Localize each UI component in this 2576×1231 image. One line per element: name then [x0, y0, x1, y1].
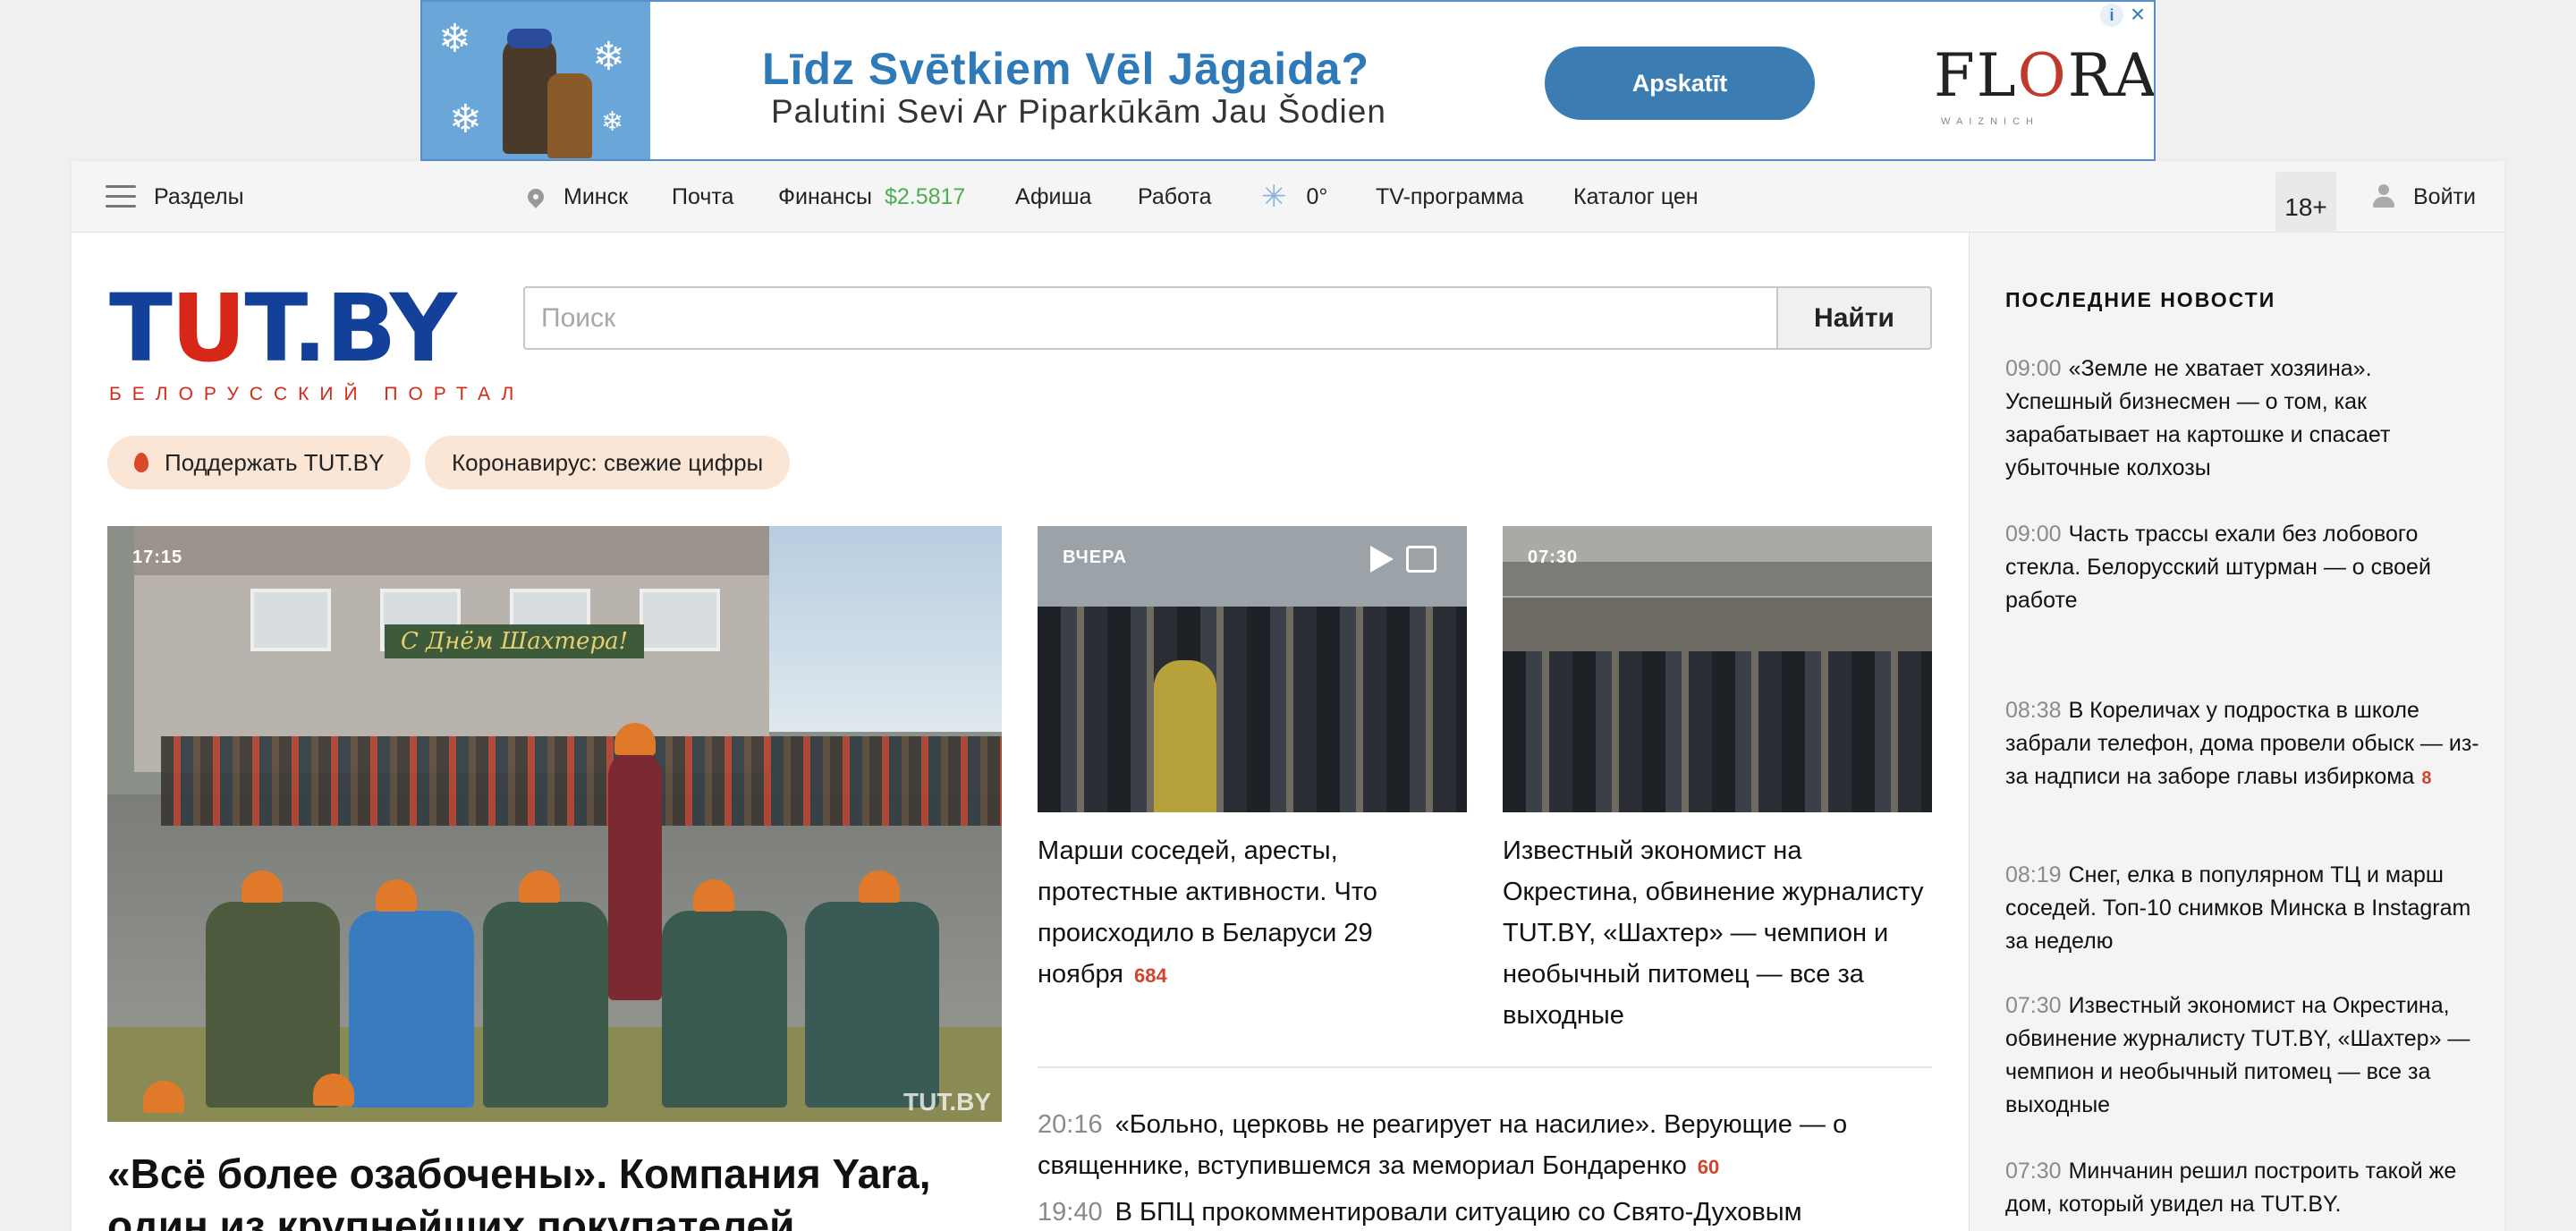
news-item[interactable]: 07:30 Известный экономист на Окрестина, о…: [2005, 989, 2484, 1122]
site-logo[interactable]: TUT.BY БЕЛОРУССКИЙ ПОРТАЛ: [109, 274, 525, 405]
login-label: Войти: [2413, 183, 2476, 209]
tv-program-link[interactable]: TV-программа: [1376, 161, 1523, 233]
news-title: Часть трассы ехали без лобового стекла. …: [2005, 522, 2431, 613]
comment-count[interactable]: 684: [1134, 964, 1167, 987]
sections-menu-button[interactable]: Разделы: [106, 161, 244, 233]
flame-icon: [134, 453, 148, 472]
comment-count[interactable]: 8: [2421, 768, 2431, 788]
news-title: Снег, елка в популярном ТЦ и марш соседе…: [2005, 862, 2471, 954]
comment-count[interactable]: 60: [1698, 1156, 1719, 1178]
main-story-photo[interactable]: С Днём Шахтера! 17:15 TUT.BY: [107, 526, 1002, 1122]
ad-title: Līdz Svētkiem Vēl Jāgaida?: [762, 44, 1370, 94]
crowd: [1503, 651, 1932, 812]
feed-title: В БПЦ прокомментировали ситуацию со Свят…: [1114, 1198, 1802, 1227]
photo-watermark: TUT.BY: [903, 1088, 991, 1116]
price-catalog-link[interactable]: Каталог цен: [1573, 161, 1699, 233]
snowflake-icon: ❄: [449, 98, 482, 141]
usd-rate: $2.5817: [884, 183, 966, 209]
news-item[interactable]: 08:38 В Кореличах у подростка в школе заб…: [2005, 694, 2484, 795]
main-story-title[interactable]: «Всё более озабочены». Компания Yara, од…: [107, 1149, 1002, 1231]
news-time: 09:00: [2005, 356, 2062, 381]
feed-time: 20:16: [1038, 1110, 1103, 1139]
login-button[interactable]: Войти: [2372, 161, 2476, 233]
video-icon: [1370, 546, 1394, 573]
finance-label: Финансы: [778, 183, 872, 209]
ad-subtitle: Palutini Sevi Ar Piparkūkām Jau Šodien: [771, 93, 1386, 130]
feed-time: 19:40: [1038, 1198, 1103, 1227]
crowd: [161, 736, 1002, 826]
page-container: Разделы Минск Почта Финансы $2.5817 Афиш…: [72, 161, 2504, 1231]
news-item[interactable]: 09:00 Часть трассы ехали без лобового сте…: [2005, 518, 2484, 617]
story-photo-1[interactable]: ВЧЕРА: [1038, 526, 1467, 812]
search-bar: Найти: [523, 286, 1932, 350]
photo-time: ВЧЕРА: [1063, 548, 1128, 567]
support-label: Поддержать TUT.BY: [165, 448, 385, 476]
snowflake-icon: ❄: [601, 107, 624, 137]
news-time: 09:00: [2005, 522, 2062, 547]
ad-figure: [547, 73, 592, 158]
story-title-2[interactable]: Известный экономист на Окрестина, обвине…: [1503, 830, 1932, 1036]
news-item[interactable]: 08:19 Снег, елка в популярном ТЦ и марш с…: [2005, 859, 2484, 958]
finance-link[interactable]: Финансы $2.5817: [778, 161, 965, 233]
snowflake-icon: ❄: [438, 17, 471, 61]
news-time: 08:38: [2005, 698, 2062, 723]
building-sign: С Днём Шахтера!: [385, 624, 644, 658]
feed-item[interactable]: 20:16 «Больно, церковь не реагирует на на…: [1038, 1104, 1878, 1188]
feed-item[interactable]: 19:40 В БПЦ прокомментировали ситуацию со…: [1038, 1192, 1878, 1231]
location-pin-icon: [524, 185, 547, 208]
ad-logo: FLORA: [1934, 41, 2156, 110]
search-input[interactable]: [523, 286, 1776, 350]
photo-time: 17:15: [132, 548, 183, 567]
photo-time: 07:30: [1528, 548, 1579, 567]
story-title-1[interactable]: Марши соседей, аресты, протестные активн…: [1038, 830, 1467, 997]
ad-banner[interactable]: ❄ ❄ ❄ ❄ Līdz Svētkiem Vēl Jāgaida? Palut…: [420, 0, 2156, 161]
news-time: 08:19: [2005, 862, 2062, 887]
weather-temp: 0°: [1306, 183, 1328, 209]
weather-link[interactable]: ✳ 0°: [1261, 161, 1327, 233]
afisha-link[interactable]: Афиша: [1015, 161, 1091, 233]
logo-tagline: БЕЛОРУССКИЙ ПОРТАЛ: [109, 384, 525, 404]
news-item[interactable]: 09:00 «Земле не хватает хозяина». Успешны…: [2005, 352, 2484, 485]
crowd: [1038, 607, 1467, 812]
ad-image: ❄ ❄ ❄ ❄: [422, 2, 650, 159]
city-link[interactable]: Минск: [524, 161, 629, 233]
story-photo-2[interactable]: 07:30: [1503, 526, 1932, 812]
sidebar-heading: ПОСЛЕДНИЕ НОВОСТИ: [2005, 288, 2276, 311]
support-tutby-button[interactable]: Поддержать TUT.BY: [107, 436, 411, 489]
news-item[interactable]: 07:30 Минчанин решил построить такой же д…: [2005, 1155, 2484, 1221]
search-button[interactable]: Найти: [1776, 286, 1932, 350]
work-link[interactable]: Работа: [1138, 161, 1212, 233]
ad-bow: [507, 29, 552, 48]
ad-info-icon[interactable]: i: [2100, 4, 2123, 27]
hamburger-icon: [106, 185, 136, 208]
news-time: 07:30: [2005, 993, 2062, 1018]
logo-wordmark: TUT.BY: [109, 274, 457, 383]
ad-logo-subtitle: WAIZNICH: [1941, 116, 2039, 127]
ad-cta-button[interactable]: Apskatīt: [1545, 47, 1815, 120]
divider: [1038, 1066, 1932, 1068]
user-icon: [2372, 184, 2395, 209]
snowflake-icon: ✳: [1261, 180, 1287, 214]
news-title: «Земле не хватает хозяина». Успешный биз…: [2005, 356, 2391, 480]
coronavirus-button[interactable]: Коронавирус: свежие цифры: [425, 436, 791, 489]
mail-link[interactable]: Почта: [672, 161, 733, 233]
snowflake-icon: ❄: [592, 35, 625, 79]
news-title: Минчанин решил построить такой же дом, к…: [2005, 1159, 2457, 1217]
news-title: Известный экономист на Окрестина, обвине…: [2005, 993, 2470, 1117]
feed-title: «Больно, церковь не реагирует на насилие…: [1038, 1110, 1848, 1180]
sections-label: Разделы: [154, 183, 244, 209]
news-title: В Кореличах у подростка в школе забрали …: [2005, 698, 2479, 789]
photo-gallery-icon: [1406, 546, 1436, 573]
top-navigation: Разделы Минск Почта Финансы $2.5817 Афиш…: [72, 161, 2504, 243]
ad-close-icon[interactable]: ×: [2125, 2, 2150, 27]
city-label: Минск: [564, 183, 629, 209]
latest-news-sidebar: ПОСЛЕДНИЕ НОВОСТИ 09:00 «Земле не хватает…: [1969, 233, 2504, 1231]
news-time: 07:30: [2005, 1159, 2062, 1184]
